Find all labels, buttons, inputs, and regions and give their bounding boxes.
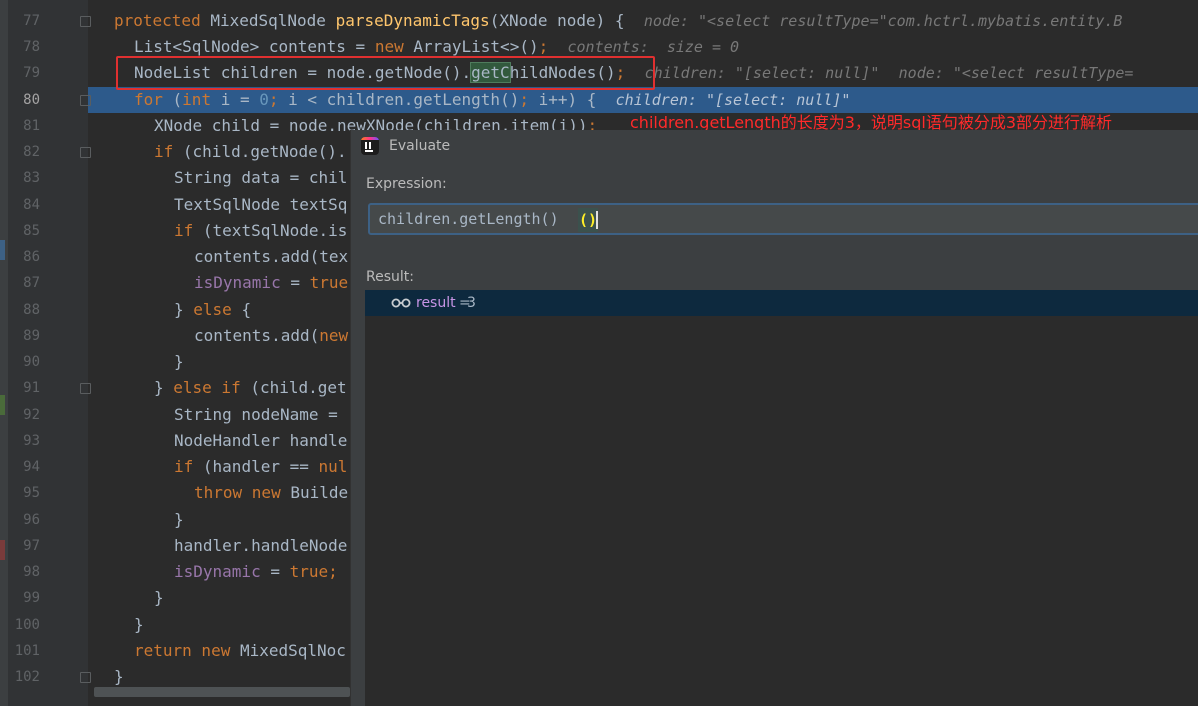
result-tree[interactable]: result = 3 — [365, 290, 1198, 706]
result-value: 3 — [467, 295, 476, 311]
evaluate-title: Evaluate — [389, 138, 451, 154]
line-number: 99 — [23, 590, 40, 606]
line-number: 87 — [23, 275, 40, 291]
debug-inline-hint: node: "<select resultType= — [898, 64, 1134, 82]
line-number: 92 — [23, 407, 40, 423]
line-number: 85 — [23, 223, 40, 239]
horizontal-scrollbar[interactable] — [94, 687, 350, 697]
code-line-96: } — [174, 510, 184, 529]
line-number: 90 — [23, 354, 40, 370]
code-line-83: String data = chil — [174, 168, 348, 187]
line-number: 82 — [23, 144, 40, 160]
line-number: 78 — [23, 39, 40, 55]
tool-strip-marker — [0, 540, 5, 560]
debug-inline-hint: children: "[select: null]" — [644, 64, 880, 82]
evaluate-dialog: Evaluate Expression: () Result: result =… — [350, 130, 1198, 706]
debug-inline-hint: contents: size = 0 — [567, 38, 740, 56]
line-number: 100 — [14, 617, 40, 633]
line-number: 94 — [23, 459, 40, 475]
code-line-101: return new MixedSqlNoc — [134, 641, 346, 660]
line-number: 95 — [23, 485, 40, 501]
line-number: 98 — [23, 564, 40, 580]
tool-strip-marker — [0, 240, 5, 260]
code-line-85: if (textSqlNode.is — [174, 221, 348, 240]
code-line-91: } else if (child.get — [154, 378, 347, 397]
line-number: 101 — [14, 643, 40, 659]
expression-label: Expression: — [366, 176, 447, 192]
code-line-92: String nodeName = — [174, 405, 338, 424]
code-line-88: } else { — [174, 300, 252, 319]
intellij-logo-icon — [361, 137, 379, 155]
code-line-84: TextSqlNode textSq — [174, 195, 348, 214]
line-number: 88 — [23, 302, 40, 318]
line-number: 96 — [23, 512, 40, 528]
left-tool-strip — [0, 0, 8, 706]
code-line-82: if (child.getNode(). — [154, 142, 347, 161]
line-number: 77 — [23, 13, 40, 29]
code-line-99: } — [154, 588, 164, 607]
code-line-93: NodeHandler handle — [174, 431, 348, 450]
watch-glasses-icon — [391, 298, 411, 308]
result-name: result — [416, 295, 456, 311]
debug-inline-hint: node: "<select resultType="com.hctrl.myb… — [643, 12, 1123, 30]
code-line-94: if (handler == nul — [174, 457, 348, 476]
line-number: 83 — [23, 170, 40, 186]
text-caret — [596, 211, 598, 229]
line-number: 97 — [23, 538, 40, 554]
tool-strip-marker — [0, 395, 5, 415]
code-line-98: isDynamic = true; — [174, 562, 338, 581]
code-line-87: isDynamic = true — [194, 273, 349, 292]
code-line-95: throw new Builde — [194, 483, 349, 502]
line-number: 89 — [23, 328, 40, 344]
result-row[interactable]: result = 3 — [365, 290, 1198, 316]
line-number: 102 — [14, 669, 40, 685]
evaluate-title-bar[interactable]: Evaluate — [351, 130, 1198, 162]
code-line-77: protected MixedSqlNode parseDynamicTags(… — [114, 11, 1123, 30]
result-label: Result: — [366, 269, 414, 285]
line-number: 93 — [23, 433, 40, 449]
line-number: 81 — [23, 118, 40, 134]
code-line-89: contents.add(new — [194, 326, 349, 345]
debug-inline-hint: children: "[select: null]" — [615, 91, 851, 109]
highlight-box — [116, 56, 655, 90]
expression-field[interactable]: () — [368, 203, 1198, 235]
code-line-86: contents.add(tex — [194, 247, 349, 266]
line-number: 79 — [23, 65, 40, 81]
line-number: 86 — [23, 249, 40, 265]
code-line-100: } — [134, 615, 144, 634]
line-number: 91 — [23, 380, 40, 396]
code-line-97: handler.handleNode — [174, 536, 348, 555]
code-line-90: } — [174, 352, 184, 371]
expression-input[interactable] — [370, 205, 1198, 233]
line-number: 84 — [23, 197, 40, 213]
line-number-current: 80 — [23, 92, 40, 108]
